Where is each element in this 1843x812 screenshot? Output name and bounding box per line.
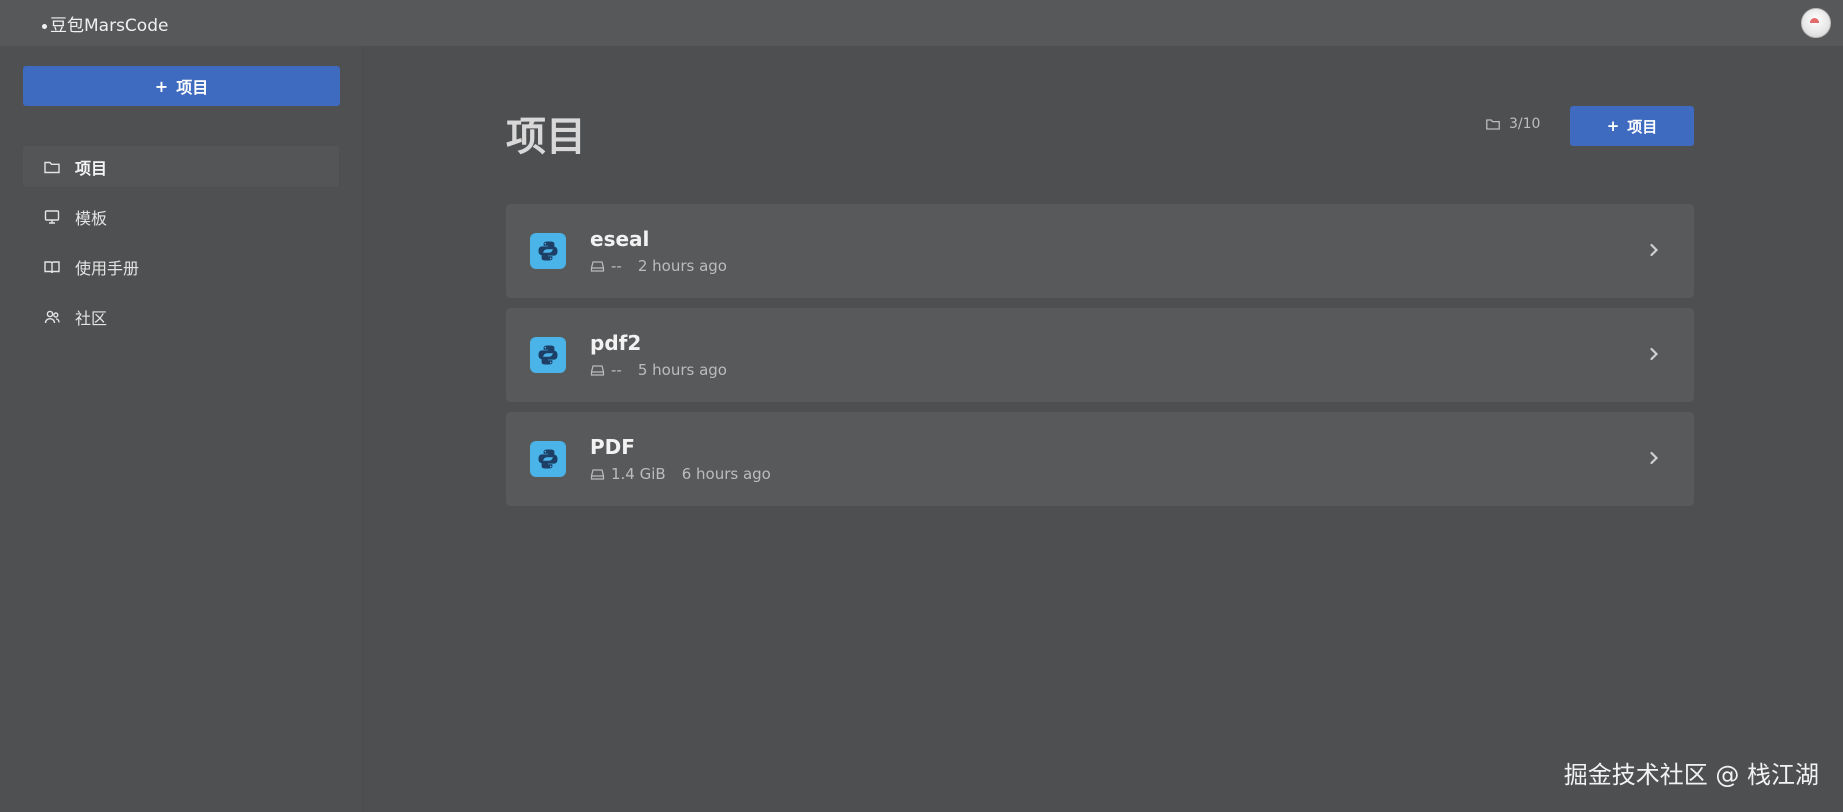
folder-icon bbox=[1486, 119, 1500, 130]
disk-icon bbox=[590, 260, 605, 272]
sidebar: + 项目 项目 模板 使用手册 社区 bbox=[0, 46, 363, 812]
brand-logo[interactable]: 豆包MarsCode bbox=[42, 11, 168, 36]
project-card[interactable]: PDF 1.4 GiB 6 hours ago bbox=[506, 412, 1694, 506]
new-project-label: 项目 bbox=[176, 78, 209, 97]
project-info: PDF 1.4 GiB 6 hours ago bbox=[590, 435, 771, 483]
top-bar: 豆包MarsCode bbox=[0, 0, 1843, 46]
users-icon bbox=[44, 310, 60, 323]
sidebar-item-label: 社区 bbox=[75, 308, 108, 328]
python-icon bbox=[530, 441, 566, 477]
project-name: PDF bbox=[590, 435, 635, 459]
sidebar-item-label: 项目 bbox=[75, 158, 108, 178]
watermark: 掘金技术社区 @ 栈江湖 bbox=[1563, 761, 1819, 789]
project-count-value: 3/10 bbox=[1509, 116, 1541, 132]
project-name: pdf2 bbox=[590, 331, 642, 355]
sidebar-nav: 项目 模板 使用手册 社区 bbox=[23, 146, 339, 337]
monitor-icon bbox=[44, 209, 60, 224]
disk-icon bbox=[590, 468, 605, 480]
brand-dot-icon bbox=[42, 24, 47, 29]
brand-name: 豆包MarsCode bbox=[50, 15, 169, 36]
project-meta: -- 5 hours ago bbox=[590, 361, 727, 379]
chevron-right-icon bbox=[1650, 243, 1659, 257]
project-list: eseal -- 2 hours ago pdf2 -- 5 hours ago bbox=[506, 204, 1694, 516]
new-project-label: 项目 bbox=[1627, 117, 1658, 136]
python-icon bbox=[530, 233, 566, 269]
project-info: pdf2 -- 5 hours ago bbox=[590, 331, 727, 379]
sidebar-item-projects[interactable]: 项目 bbox=[23, 146, 339, 187]
chevron-right-icon bbox=[1650, 451, 1659, 465]
project-updated: 5 hours ago bbox=[637, 361, 727, 379]
header-new-project-button[interactable]: + 项目 bbox=[1570, 106, 1694, 146]
sidebar-item-label: 模板 bbox=[75, 208, 108, 228]
project-info: eseal -- 2 hours ago bbox=[590, 227, 727, 275]
user-avatar[interactable] bbox=[1801, 8, 1831, 38]
project-size: -- bbox=[611, 361, 622, 379]
project-card[interactable]: pdf2 -- 5 hours ago bbox=[506, 308, 1694, 402]
project-count: 3/10 bbox=[1485, 116, 1540, 132]
project-card[interactable]: eseal -- 2 hours ago bbox=[506, 204, 1694, 298]
folder-icon bbox=[44, 161, 60, 173]
plus-icon: + bbox=[1606, 117, 1620, 135]
project-updated: 2 hours ago bbox=[637, 257, 727, 275]
plus-icon: + bbox=[154, 76, 169, 96]
project-size: 1.4 GiB bbox=[611, 465, 666, 483]
project-meta: 1.4 GiB 6 hours ago bbox=[590, 465, 771, 483]
chevron-right-icon bbox=[1650, 347, 1659, 361]
sidebar-item-templates[interactable]: 模板 bbox=[23, 196, 339, 237]
python-icon bbox=[530, 337, 566, 373]
main-content: 项目 3/10 + 项目 eseal -- 2 hours ago pdf2 -… bbox=[363, 46, 1843, 812]
sidebar-new-project-button[interactable]: + 项目 bbox=[23, 66, 340, 106]
sidebar-item-label: 使用手册 bbox=[75, 258, 140, 278]
project-name: eseal bbox=[590, 227, 650, 251]
book-icon bbox=[44, 260, 60, 273]
sidebar-item-community[interactable]: 社区 bbox=[23, 296, 339, 337]
page-title: 项目 bbox=[506, 114, 586, 160]
project-meta: -- 2 hours ago bbox=[590, 257, 727, 275]
disk-icon bbox=[590, 364, 605, 376]
project-updated: 6 hours ago bbox=[681, 465, 771, 483]
sidebar-item-manual[interactable]: 使用手册 bbox=[23, 246, 339, 287]
project-size: -- bbox=[611, 257, 622, 275]
